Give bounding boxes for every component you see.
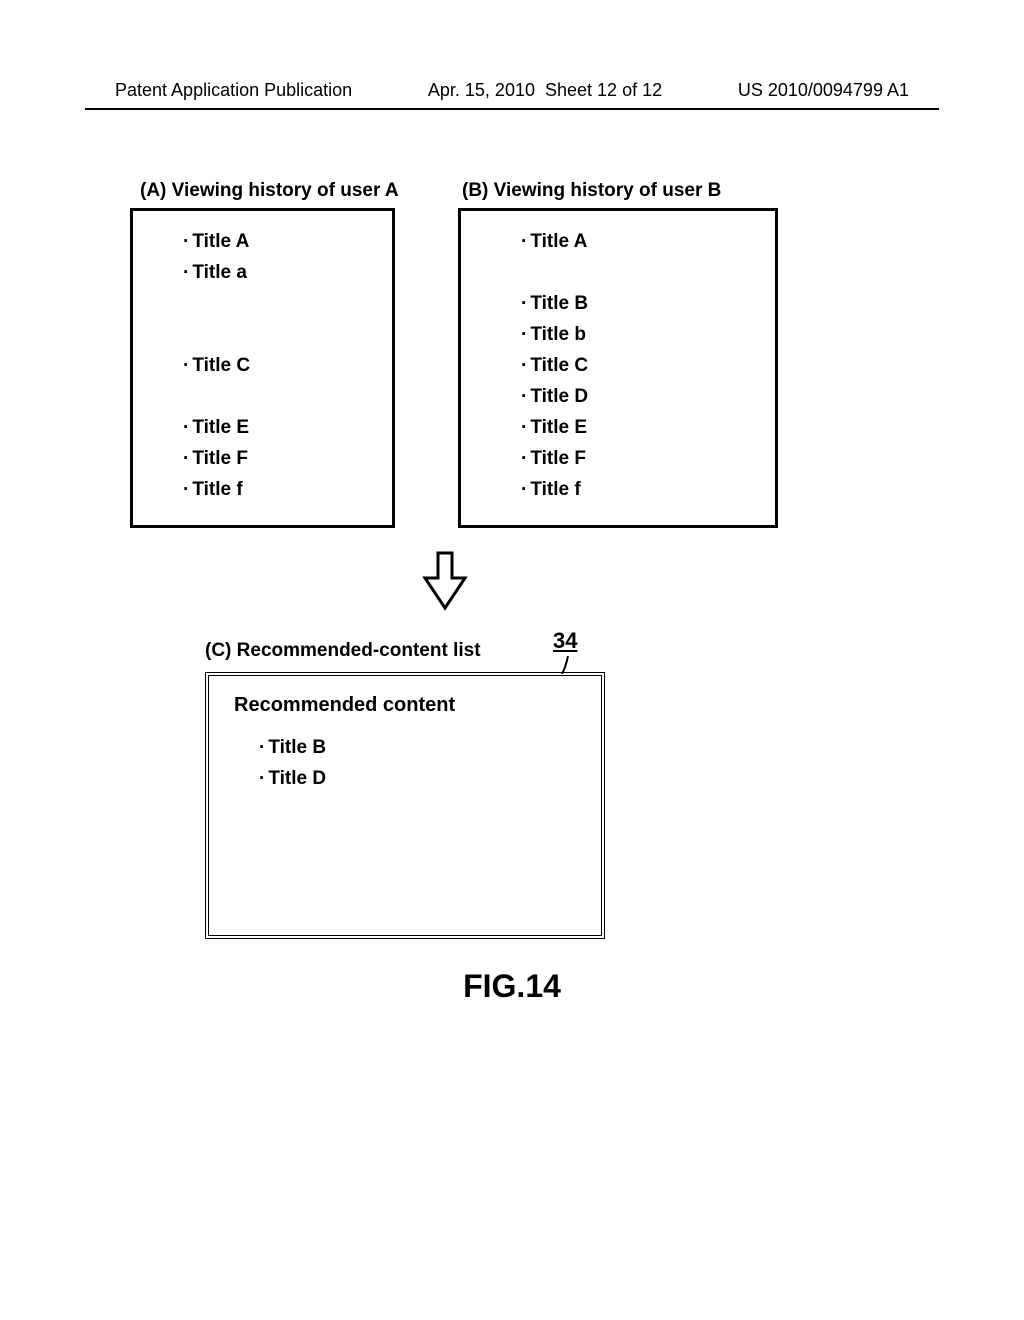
list-item: Title f <box>183 474 392 505</box>
box-user-b-history: Title A Title B Title b Title C Title D … <box>458 208 778 528</box>
list-item: Title E <box>183 412 392 443</box>
list-item: Title C <box>521 350 775 381</box>
list-item: Title C <box>183 350 392 381</box>
list-item: Title B <box>521 288 775 319</box>
publication-label: Patent Application Publication <box>115 80 352 101</box>
list-item: Title F <box>521 443 775 474</box>
figure-caption: FIG.14 <box>0 968 1024 1005</box>
list-item: Title F <box>183 443 392 474</box>
list-item: Title D <box>521 381 775 412</box>
page-header: Patent Application Publication Apr. 15, … <box>0 80 1024 101</box>
list-item: Title a <box>183 257 392 288</box>
date-sheet: Apr. 15, 2010 Sheet 12 of 12 <box>428 80 662 101</box>
list-item: Title f <box>521 474 775 505</box>
list-item: Title D <box>259 763 601 794</box>
section-a-caption: (A) Viewing history of user A <box>140 180 399 202</box>
recommended-content-heading: Recommended content <box>234 694 601 717</box>
reference-number: 34 <box>553 628 577 654</box>
publication-number: US 2010/0094799 A1 <box>738 80 909 101</box>
list-item: Title B <box>259 732 601 763</box>
list-item: Title b <box>521 319 775 350</box>
header-divider <box>85 108 939 110</box>
list-item: Title A <box>521 226 775 257</box>
section-b-caption: (B) Viewing history of user B <box>462 180 721 202</box>
section-c-caption: (C) Recommended-content list <box>205 640 481 662</box>
arrow-down-icon <box>420 548 470 623</box>
list-item: Title A <box>183 226 392 257</box>
box-user-a-history: Title A Title a Title C Title E Title F … <box>130 208 395 528</box>
list-item: Title E <box>521 412 775 443</box>
box-recommended-content: Recommended content Title B Title D <box>205 672 605 939</box>
